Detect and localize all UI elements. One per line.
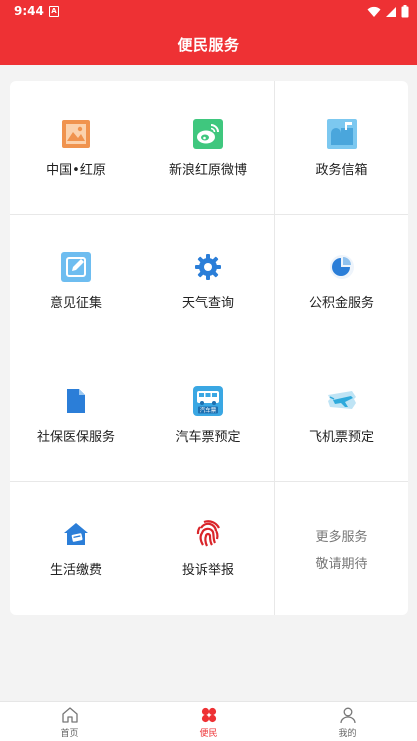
document-icon — [60, 385, 92, 417]
wifi-icon — [367, 6, 381, 17]
service-label: 意见征集 — [49, 296, 102, 311]
service-opinion[interactable]: 意见征集 — [10, 214, 142, 347]
plane-ticket-icon — [326, 385, 358, 417]
gear-icon — [192, 251, 224, 283]
more-services-text: 更多服务 — [315, 530, 368, 545]
service-label: 公积金服务 — [308, 296, 374, 311]
coming-soon-text: 敬请期待 — [315, 557, 368, 572]
bottom-tab-bar: 首页 便民 我的 — [0, 701, 417, 741]
app-header: 便民服务 — [0, 24, 417, 65]
clover-icon — [201, 707, 216, 723]
fingerprint-icon — [192, 518, 224, 550]
service-complaint[interactable]: 投诉举报 — [142, 481, 274, 614]
tab-home[interactable]: 首页 — [0, 702, 139, 741]
tab-label: 我的 — [338, 729, 357, 739]
tab-profile[interactable]: 我的 — [278, 702, 417, 741]
weibo-icon — [192, 118, 224, 150]
service-fund[interactable]: 公积金服务 — [275, 214, 408, 347]
picture-frame-icon — [60, 118, 92, 150]
battery-icon — [401, 5, 409, 18]
bus-ticket-icon: 汽车票 — [192, 385, 224, 417]
page-title: 便民服务 — [177, 36, 240, 54]
service-label: 天气查询 — [181, 296, 234, 311]
status-indicators — [367, 5, 409, 18]
service-label: 新浪红原微博 — [168, 163, 247, 178]
service-hongyuan[interactable]: 中国•红原 — [10, 81, 142, 214]
service-label: 飞机票预定 — [308, 430, 374, 445]
service-social-security[interactable]: 社保医保服务 — [10, 348, 142, 481]
user-icon — [339, 707, 356, 724]
tab-label: 便民 — [199, 729, 218, 739]
service-plane-ticket[interactable]: 飞机票预定 — [275, 348, 408, 481]
more-services-placeholder: 更多服务 敬请期待 — [275, 481, 408, 615]
mailbox-icon — [326, 118, 358, 150]
pie-chart-icon — [326, 251, 358, 283]
service-label: 社保医保服务 — [36, 430, 115, 445]
service-weather[interactable]: 天气查询 — [142, 214, 274, 347]
house-bill-icon — [60, 518, 92, 550]
service-label: 汽车票预定 — [175, 430, 241, 445]
home-icon — [61, 707, 78, 723]
service-bus-ticket[interactable]: 汽车票 汽车票预定 — [142, 348, 274, 481]
tab-label: 首页 — [60, 729, 79, 739]
service-weibo[interactable]: 新浪红原微博 — [142, 81, 274, 214]
service-life-payment[interactable]: 生活缴费 — [10, 481, 142, 614]
tab-convenience[interactable]: 便民 — [139, 702, 278, 741]
service-label: 生活缴费 — [49, 563, 102, 578]
bus-ticket-text: 汽车票 — [200, 406, 217, 414]
signal-icon — [386, 6, 396, 17]
service-label: 政务信箱 — [315, 163, 368, 178]
service-grid: 中国•红原 新浪红原微博 政务信箱 意见征集 天气查询 公积金服务 社保医保服务… — [10, 81, 408, 615]
status-bar: 9:44 A — [0, 0, 417, 24]
service-label: 中国•红原 — [46, 163, 106, 178]
status-time: 9:44 — [14, 4, 44, 18]
notification-icon: A — [49, 6, 59, 17]
service-mailbox[interactable]: 政务信箱 — [275, 81, 408, 214]
edit-note-icon — [60, 251, 92, 283]
service-label: 投诉举报 — [181, 563, 234, 578]
